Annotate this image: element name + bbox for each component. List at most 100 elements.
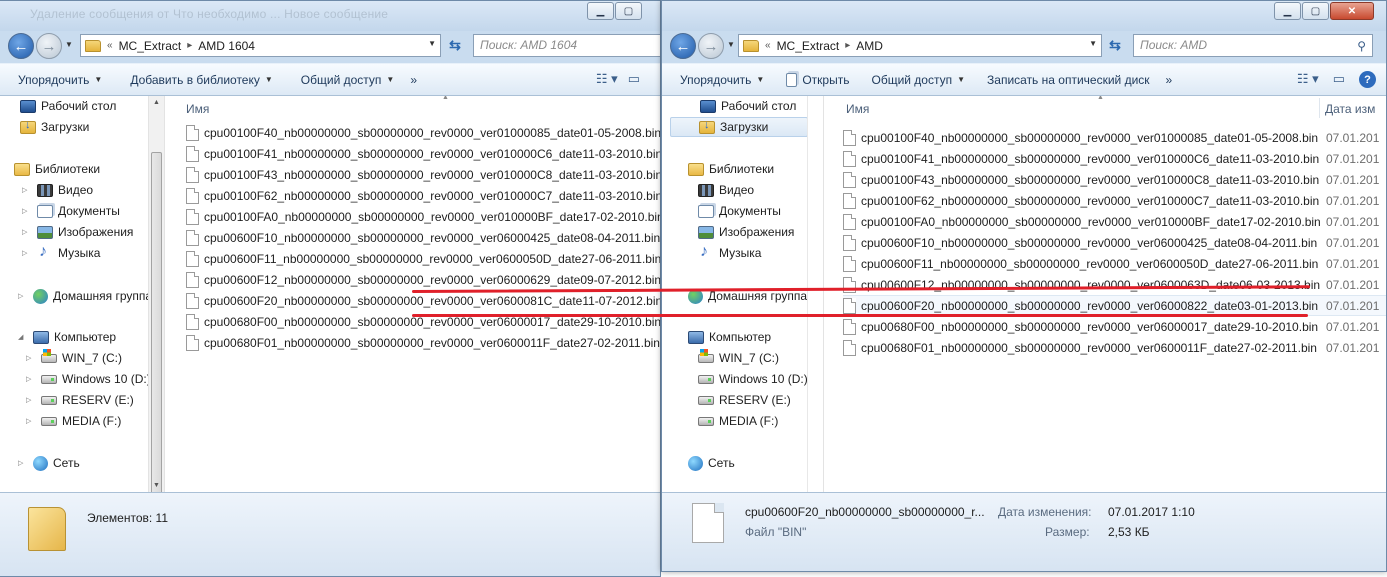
- file-row[interactable]: cpu00100FA0_nb00000000_sb00000000_rev000…: [843, 211, 1386, 232]
- refresh-button[interactable]: ⇆: [1104, 34, 1126, 57]
- more-commands-button[interactable]: »: [1166, 73, 1173, 87]
- file-row[interactable]: cpu00100F41_nb00000000_sb00000000_rev000…: [186, 143, 660, 164]
- expand-icon[interactable]: ▷: [26, 375, 36, 383]
- nav-desktop[interactable]: Рабочий стол: [700, 96, 796, 116]
- chevron-right-icon[interactable]: ▸: [187, 40, 192, 51]
- nav-downloads[interactable]: Загрузки: [20, 117, 89, 137]
- chevron-down-icon[interactable]: ▼: [1089, 39, 1097, 48]
- help-icon[interactable]: ?: [1359, 71, 1376, 88]
- nav-drive-c[interactable]: WIN_7 (C:): [698, 348, 779, 368]
- address-bar[interactable]: « MC_Extract ▸ AMD 1604 ▼: [80, 34, 441, 57]
- expand-icon[interactable]: ▷: [26, 354, 36, 362]
- share-button[interactable]: Общий доступ ▼: [301, 73, 395, 87]
- file-row[interactable]: cpu00600F20_nb00000000_sb00000000_rev000…: [843, 295, 1386, 316]
- file-row[interactable]: cpu00100F43_nb00000000_sb00000000_rev000…: [843, 169, 1386, 190]
- forward-button[interactable]: →: [36, 33, 62, 59]
- nav-music[interactable]: ▷ Музыка: [22, 243, 100, 263]
- recent-pages-dropdown[interactable]: ▼: [727, 40, 735, 49]
- address-bar[interactable]: « MC_Extract ▸ AMD ▼: [738, 34, 1102, 57]
- column-date-header[interactable]: Дата изм: [1325, 102, 1375, 116]
- file-row[interactable]: cpu00100F40_nb00000000_sb00000000_rev000…: [186, 122, 660, 143]
- organize-button[interactable]: Упорядочить ▼: [18, 73, 102, 87]
- view-options-icon[interactable]: ☷ ▾: [1297, 71, 1319, 88]
- nav-drive-e[interactable]: RESERV (E:): [698, 390, 791, 410]
- organize-button[interactable]: Упорядочить ▼: [680, 73, 764, 87]
- nav-drive-d[interactable]: ▷ Windows 10 (D:): [26, 369, 150, 389]
- nav-network[interactable]: Сеть: [688, 453, 735, 473]
- file-row[interactable]: cpu00600F11_nb00000000_sb00000000_rev000…: [843, 253, 1386, 274]
- nav-drive-d[interactable]: Windows 10 (D:): [698, 369, 807, 389]
- chevron-right-icon[interactable]: ▸: [845, 40, 850, 51]
- nav-documents[interactable]: ▷ Документы: [22, 201, 120, 221]
- nav-drive-c[interactable]: ▷ WIN_7 (C:): [26, 348, 122, 368]
- nav-music[interactable]: Музыка: [698, 243, 761, 263]
- nav-libraries[interactable]: Библиотеки: [688, 159, 774, 179]
- file-row[interactable]: cpu00600F20_nb00000000_sb00000000_rev000…: [186, 290, 660, 311]
- breadcrumb-overflow[interactable]: «: [107, 40, 113, 51]
- scroll-down-icon[interactable]: ▼: [153, 482, 160, 489]
- file-row[interactable]: cpu00600F10_nb00000000_sb00000000_rev000…: [186, 227, 660, 248]
- close-button[interactable]: ✕: [1330, 2, 1374, 20]
- open-button[interactable]: Открыть: [786, 72, 849, 87]
- file-row[interactable]: cpu00600F12_nb00000000_sb00000000_rev000…: [186, 269, 660, 290]
- add-to-library-button[interactable]: Добавить в библиотеку ▼: [130, 73, 272, 87]
- breadcrumb-overflow[interactable]: «: [765, 40, 771, 51]
- chevron-down-icon[interactable]: ▼: [428, 39, 436, 48]
- nav-computer[interactable]: Компьютер: [688, 327, 771, 347]
- nav-video[interactable]: Видео: [698, 180, 754, 200]
- expand-icon[interactable]: ▷: [18, 292, 28, 300]
- nav-images[interactable]: ▷ Изображения: [22, 222, 133, 242]
- nav-network[interactable]: ▷ Сеть: [18, 453, 80, 473]
- file-row[interactable]: cpu00100FA0_nb00000000_sb00000000_rev000…: [186, 206, 660, 227]
- nav-images[interactable]: Изображения: [698, 222, 794, 242]
- search-input[interactable]: Поиск: AMD 1604: [473, 34, 660, 57]
- search-input[interactable]: Поиск: AMD ⚲: [1133, 34, 1373, 57]
- file-row[interactable]: cpu00600F11_nb00000000_sb00000000_rev000…: [186, 248, 660, 269]
- breadcrumb-mc-extract[interactable]: MC_Extract: [777, 39, 840, 53]
- nav-downloads[interactable]: Загрузки: [670, 117, 807, 137]
- breadcrumb-current[interactable]: AMD 1604: [198, 39, 255, 53]
- preview-pane-icon[interactable]: ▭: [628, 71, 640, 87]
- preview-pane-icon[interactable]: ▭: [1333, 71, 1345, 88]
- maximize-button[interactable]: ▢: [1302, 2, 1329, 20]
- title-bar[interactable]: ▁ ▢ ✕: [662, 1, 1386, 31]
- minimize-button[interactable]: ▁: [1274, 2, 1301, 20]
- expand-icon[interactable]: ▷: [22, 207, 32, 215]
- file-row[interactable]: cpu00100F40_nb00000000_sb00000000_rev000…: [843, 127, 1386, 148]
- expand-icon[interactable]: ▷: [22, 228, 32, 236]
- file-row[interactable]: cpu00680F01_nb00000000_sb00000000_rev000…: [186, 332, 660, 353]
- expand-icon[interactable]: ▷: [18, 459, 28, 467]
- nav-splitter[interactable]: [807, 96, 824, 492]
- forward-button[interactable]: →: [698, 33, 724, 59]
- scroll-thumb[interactable]: [151, 152, 162, 497]
- breadcrumb-current[interactable]: AMD: [856, 39, 883, 53]
- file-row[interactable]: cpu00100F43_nb00000000_sb00000000_rev000…: [186, 164, 660, 185]
- nav-computer[interactable]: ◢ Компьютер: [18, 327, 116, 347]
- nav-homegroup[interactable]: ▷ Домашняя группа: [18, 286, 150, 306]
- nav-drive-f[interactable]: ▷ MEDIA (F:): [26, 411, 121, 431]
- nav-libraries[interactable]: Библиотеки: [14, 159, 100, 179]
- nav-drive-e[interactable]: ▷ RESERV (E:): [26, 390, 134, 410]
- view-options-icon[interactable]: ☷ ▾: [596, 71, 618, 87]
- file-row[interactable]: cpu00100F62_nb00000000_sb00000000_rev000…: [186, 185, 660, 206]
- recent-pages-dropdown[interactable]: ▼: [65, 40, 73, 49]
- breadcrumb-mc-extract[interactable]: MC_Extract: [119, 39, 182, 53]
- more-commands-button[interactable]: »: [410, 73, 417, 87]
- column-name-header[interactable]: Имя: [186, 102, 209, 116]
- collapse-icon[interactable]: ◢: [18, 333, 28, 341]
- expand-icon[interactable]: ▷: [26, 396, 36, 404]
- file-row[interactable]: cpu00600F10_nb00000000_sb00000000_rev000…: [843, 232, 1386, 253]
- burn-disc-button[interactable]: Записать на оптический диск: [987, 73, 1150, 87]
- nav-drive-f[interactable]: MEDIA (F:): [698, 411, 778, 431]
- expand-icon[interactable]: ▷: [22, 186, 32, 194]
- maximize-button[interactable]: ▢: [615, 2, 642, 20]
- nav-video[interactable]: ▷ Видео: [22, 180, 93, 200]
- share-button[interactable]: Общий доступ ▼: [871, 73, 965, 87]
- scroll-up-icon[interactable]: ▲: [153, 99, 160, 106]
- back-button[interactable]: ←: [670, 33, 696, 59]
- title-bar[interactable]: Удаление сообщения от Что необходимо ...…: [0, 1, 660, 31]
- expand-icon[interactable]: ▷: [22, 249, 32, 257]
- column-name-header[interactable]: Имя: [846, 102, 869, 116]
- expand-icon[interactable]: ▷: [26, 417, 36, 425]
- back-button[interactable]: ←: [8, 33, 34, 59]
